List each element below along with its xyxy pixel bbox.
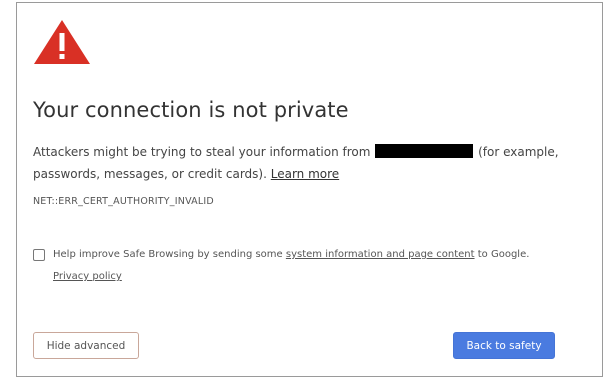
error-code: NET::ERR_CERT_AUTHORITY_INVALID: [33, 196, 214, 207]
warning-message: Attackers might be trying to steal your …: [33, 141, 573, 185]
page-title: Your connection is not private: [33, 98, 349, 122]
privacy-policy-link[interactable]: Privacy policy: [53, 271, 122, 283]
safe-browsing-checkbox[interactable]: [33, 249, 45, 261]
safe-browsing-text-start: Help improve Safe Browsing by sending so…: [53, 249, 283, 260]
learn-more-link[interactable]: Learn more: [271, 167, 339, 181]
hide-advanced-button[interactable]: Hide advanced: [33, 332, 139, 359]
system-information-link[interactable]: system information and page content: [286, 249, 475, 260]
safe-browsing-text-end: to Google.: [477, 249, 530, 260]
warning-icon: [34, 20, 90, 64]
redacted-domain: [375, 144, 474, 158]
safe-browsing-label: Help improve Safe Browsing by sending so…: [53, 249, 529, 261]
back-to-safety-button[interactable]: Back to safety: [453, 332, 555, 359]
interstitial-page: [16, 2, 603, 377]
message-text-start: Attackers might be trying to steal your …: [33, 145, 371, 159]
